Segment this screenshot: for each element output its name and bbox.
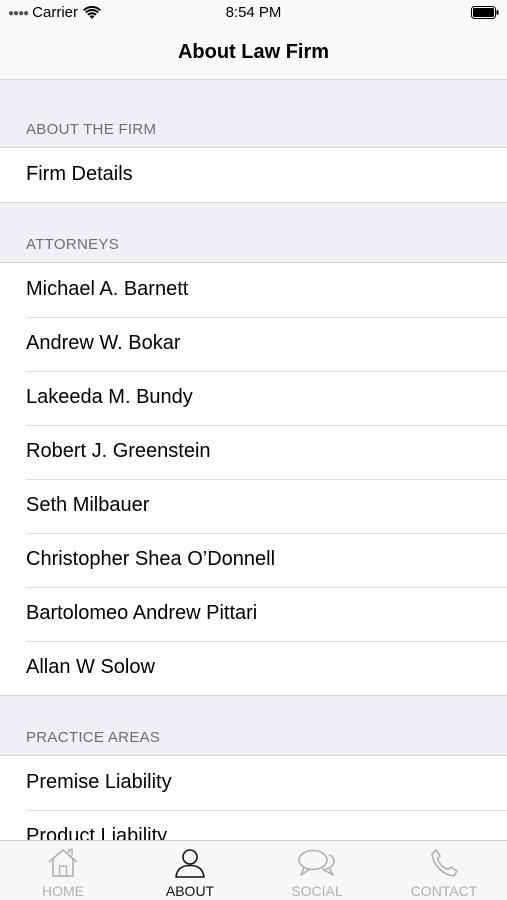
list-item-label: Lakeeda M. Bundy	[26, 386, 193, 408]
tab-label: SOCIAL	[291, 883, 343, 899]
battery-icon	[471, 6, 499, 19]
list-item-label: Premise Liability	[26, 771, 172, 793]
section-header-label: ABOUT THE FIRM	[26, 121, 157, 138]
section-header-label: ATTORNEYS	[26, 236, 119, 253]
table-view[interactable]: ABOUT THE FIRM Firm Details ATTORNEYS Mi…	[0, 80, 507, 840]
status-bar: ●●●● Carrier 8:54 PM	[0, 0, 507, 28]
list-item-firm-details[interactable]: Firm Details	[0, 148, 507, 202]
list-item-label: Bartolomeo Andrew Pittari	[26, 602, 258, 624]
list-item-attorney[interactable]: Allan W Solow	[0, 641, 507, 695]
tab-bar: HOME ABOUT SOCIAL CONTACT	[0, 840, 507, 900]
list-item-attorney[interactable]: Seth Milbauer	[0, 479, 507, 533]
page-title: About Law Firm	[177, 41, 330, 63]
list-item-label: Firm Details	[26, 163, 133, 185]
section-header-label: PRACTICE AREAS	[26, 729, 161, 746]
section-header-attorneys: ATTORNEYS	[0, 203, 507, 262]
tab-contact[interactable]: CONTACT	[381, 841, 507, 900]
chat-bubbles-icon	[298, 849, 335, 876]
list-item-attorney[interactable]: Lakeeda M. Bundy	[0, 371, 507, 425]
section-header-practice-areas: PRACTICE AREAS	[0, 696, 507, 755]
status-time: 8:54 PM	[225, 4, 282, 21]
tab-label: ABOUT	[165, 883, 215, 899]
list-item-label: Christopher Shea O’Donnell	[26, 548, 276, 570]
list-item-attorney[interactable]: Robert J. Greenstein	[0, 425, 507, 479]
practice-areas-group: Premise Liability Product Liability	[0, 755, 507, 840]
tab-label: HOME	[42, 883, 84, 899]
list-item-label: Product Liability	[26, 825, 168, 840]
firm-group: Firm Details	[0, 147, 507, 203]
home-icon	[48, 848, 78, 877]
tab-label: CONTACT	[410, 883, 478, 899]
list-item-attorney[interactable]: Michael A. Barnett	[0, 263, 507, 317]
tab-home[interactable]: HOME	[0, 841, 126, 900]
list-item-label: Seth Milbauer	[26, 494, 150, 516]
list-item-attorney[interactable]: Andrew W. Bokar	[0, 317, 507, 371]
list-item-attorney[interactable]: Christopher Shea O’Donnell	[0, 533, 507, 587]
list-item-label: Robert J. Greenstein	[26, 440, 211, 462]
person-icon	[175, 849, 205, 878]
attorneys-group: Michael A. Barnett Andrew W. Bokar Lakee…	[0, 262, 507, 696]
phone-icon	[431, 849, 458, 877]
list-item-label: Andrew W. Bokar	[26, 332, 181, 354]
list-item-label: Michael A. Barnett	[26, 278, 189, 300]
list-item-practice-area[interactable]: Product Liability	[0, 810, 507, 840]
tab-about[interactable]: ABOUT	[127, 841, 253, 900]
tab-social[interactable]: SOCIAL	[254, 841, 380, 900]
list-item-practice-area[interactable]: Premise Liability	[0, 756, 507, 810]
list-item-label: Allan W Solow	[26, 656, 155, 678]
section-header-about-the-firm: ABOUT THE FIRM	[0, 80, 507, 147]
list-item-attorney[interactable]: Bartolomeo Andrew Pittari	[0, 587, 507, 641]
navigation-bar: About Law Firm	[0, 28, 507, 80]
